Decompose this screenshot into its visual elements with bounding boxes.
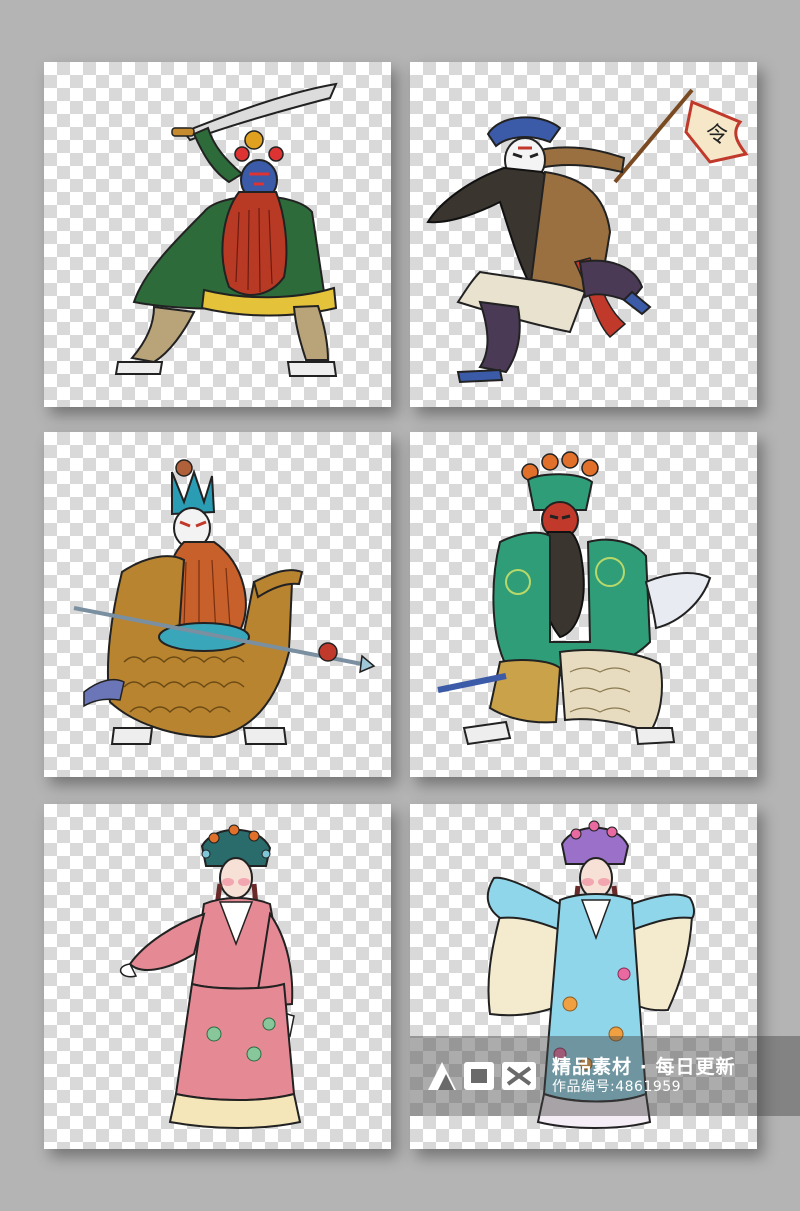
warrior-black-beard-flag-icon: 令 <box>426 88 749 384</box>
figure-card-1[interactable] <box>44 62 391 407</box>
watermark-id: 作品编号:4861959 <box>552 1079 682 1095</box>
warrior-green-robe-sword-icon <box>437 451 712 746</box>
watermark-title: 精品素材 · 每日更新 <box>552 1056 736 1079</box>
warrior-red-beard-sword-icon <box>114 82 338 377</box>
brand-logo-icon <box>428 1062 536 1090</box>
figure-card-4[interactable] <box>410 432 757 777</box>
figure-card-5[interactable] <box>44 804 391 1149</box>
figure-card-2[interactable]: 令 <box>410 62 757 407</box>
flag-character: 令 <box>706 123 728 148</box>
watermark-banner: 精品素材 · 每日更新 作品编号:4861959 <box>410 1036 800 1116</box>
warrior-orange-beard-spear-icon <box>73 459 376 745</box>
lady-pink-robe-icon <box>119 824 302 1129</box>
figure-card-3[interactable] <box>44 432 391 777</box>
